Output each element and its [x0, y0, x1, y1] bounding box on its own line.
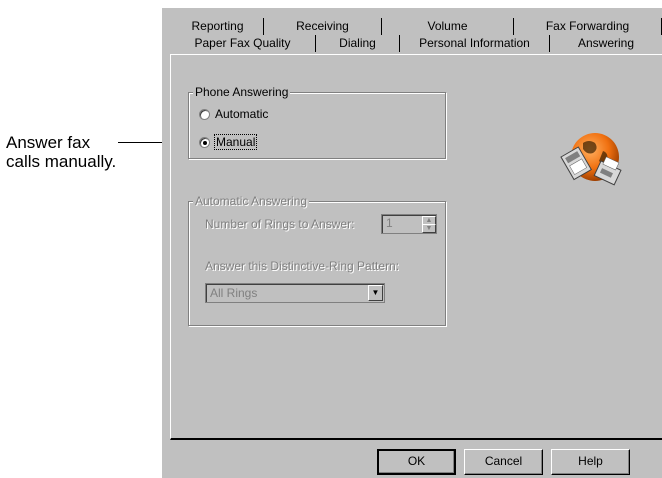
globe-fax-machines-icon — [553, 121, 633, 201]
automatic-answering-title: Automatic Answering — [193, 194, 310, 208]
tab-fax-forwarding[interactable]: Fax Forwarding — [514, 18, 662, 35]
radio-automatic-button[interactable] — [199, 109, 210, 120]
radio-automatic-label: Automatic — [215, 107, 269, 121]
cancel-button[interactable]: Cancel — [464, 449, 543, 475]
help-button[interactable]: Help — [551, 449, 630, 475]
tab-paper-fax-quality[interactable]: Paper Fax Quality — [170, 35, 316, 52]
tab-volume[interactable]: Volume — [382, 18, 514, 35]
ok-button[interactable]: OK — [377, 449, 456, 475]
rings-spinner[interactable]: 1 ▲ ▼ — [381, 214, 437, 234]
tab-receiving[interactable]: Receiving — [264, 18, 382, 35]
callout-text: Answer fax calls manually. — [6, 133, 117, 171]
fax-properties-dialog: Reporting Receiving Volume Fax Forwardin… — [162, 8, 662, 478]
tab-reporting[interactable]: Reporting — [172, 18, 264, 35]
pattern-value: All Rings — [210, 286, 258, 300]
pattern-dropdown[interactable]: All Rings ▼ — [205, 283, 385, 303]
automatic-answering-group: Automatic Answering Number of Rings to A… — [188, 194, 446, 326]
rings-label: Number of Rings to Answer: — [205, 217, 355, 231]
radio-manual[interactable]: Manual — [199, 134, 258, 150]
radio-manual-label: Manual — [213, 134, 258, 150]
chevron-down-icon[interactable]: ▼ — [368, 285, 383, 301]
answering-panel: Phone Answering Automatic Manual Automat… — [170, 54, 662, 440]
rings-value: 1 — [386, 216, 393, 230]
tab-answering[interactable]: Answering — [550, 35, 662, 56]
pattern-label: Answer this Distinctive-Ring Pattern: — [205, 259, 400, 273]
spin-down-icon[interactable]: ▼ — [422, 224, 436, 233]
radio-manual-button[interactable] — [199, 137, 210, 148]
phone-answering-title: Phone Answering — [193, 85, 291, 99]
tab-personal-information[interactable]: Personal Information — [400, 35, 550, 52]
tab-dialing[interactable]: Dialing — [316, 35, 400, 52]
phone-answering-group: Phone Answering Automatic Manual — [188, 85, 446, 159]
radio-automatic[interactable]: Automatic — [199, 107, 268, 121]
